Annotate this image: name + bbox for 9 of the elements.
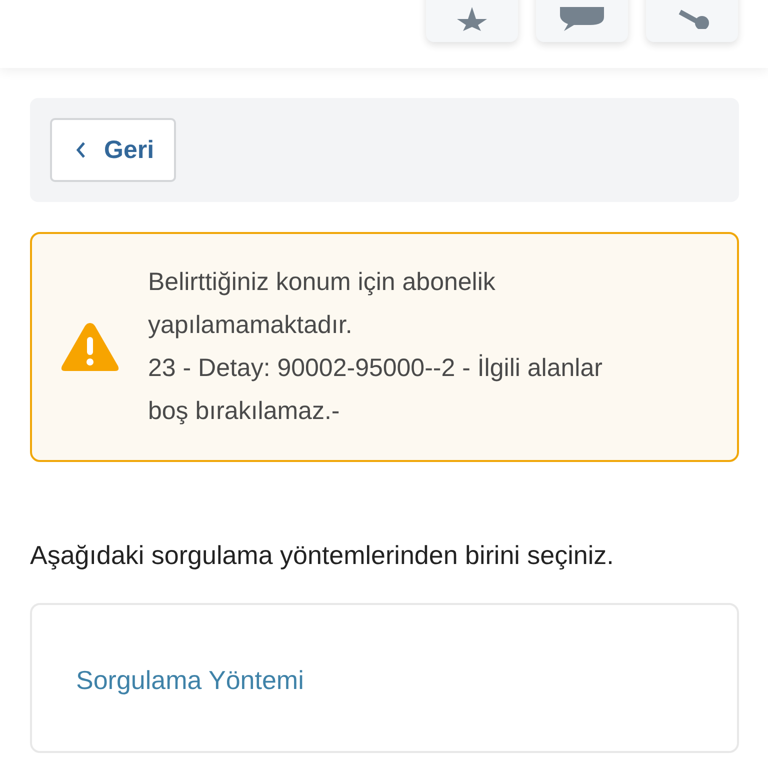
star-icon xyxy=(457,7,487,31)
back-button[interactable]: Geri xyxy=(50,118,176,182)
card-title: Sorgulama Yöntemi xyxy=(76,665,305,696)
warning-message: Belirttiğiniz konum için abonelik yapılamamaktadır. xyxy=(148,267,496,341)
warning-detail: 23 - Detay: 90002-95000--2 - İlgili alanlar boş bırakılamaz.- xyxy=(148,353,604,427)
instruction-text: Aşağıdaki sorgulama yöntemlerinden birini seçiniz. xyxy=(30,540,615,571)
speech-bubble-icon xyxy=(560,7,604,31)
chevron-left-icon xyxy=(76,142,86,158)
warning-icon xyxy=(60,321,120,373)
